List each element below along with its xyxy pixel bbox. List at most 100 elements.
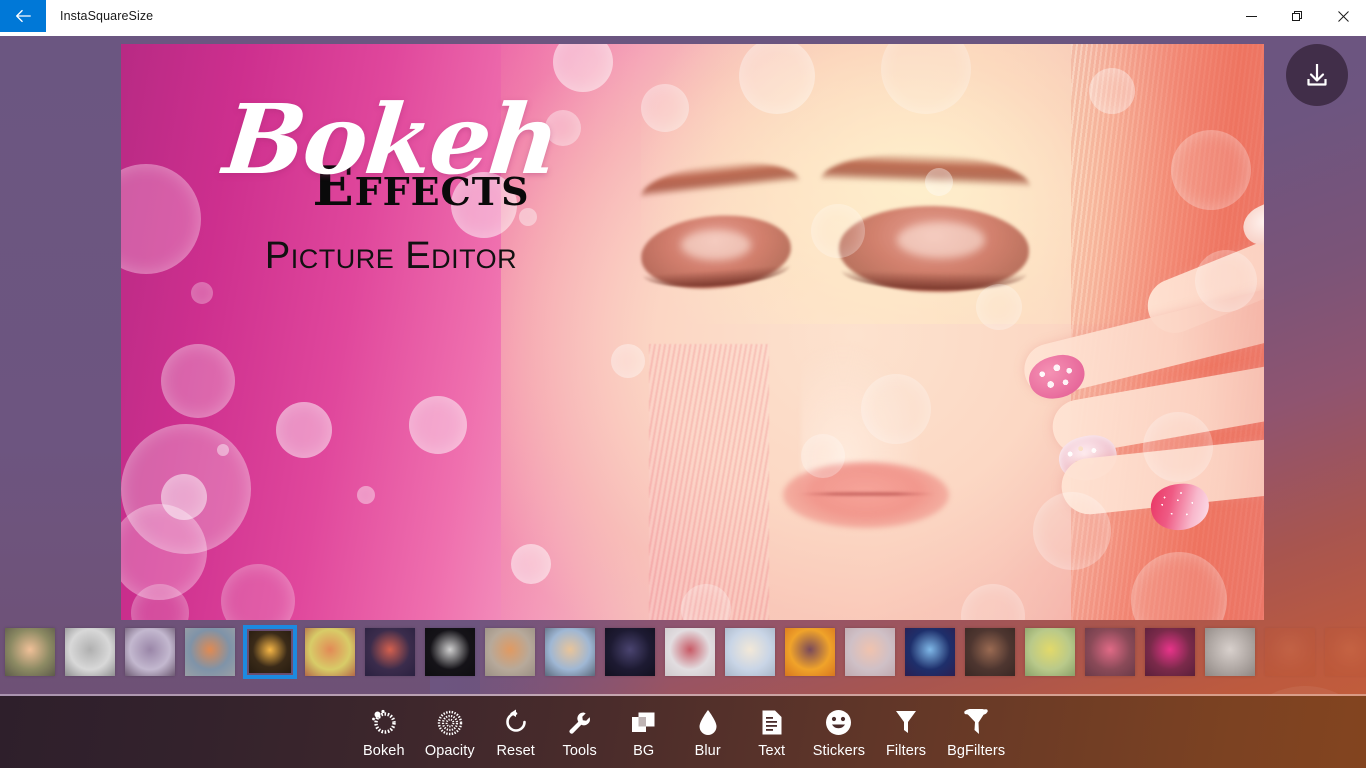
funnel-icon [895, 706, 917, 736]
minimize-button[interactable] [1228, 0, 1274, 32]
back-button[interactable] [0, 0, 46, 32]
close-icon [1337, 10, 1349, 22]
thumb-tree-sky [545, 628, 595, 676]
download-icon [1307, 64, 1327, 86]
thumbnail-item[interactable] [1140, 624, 1200, 680]
thumbnail-item[interactable] [600, 624, 660, 680]
reset-icon [502, 706, 530, 736]
bokeh-circle [519, 208, 537, 226]
bokeh-circle [357, 486, 375, 504]
toolbar-item-label: Stickers [812, 742, 866, 759]
thumb-night-stars [605, 628, 655, 676]
toolbar-item-label: Bokeh [363, 742, 405, 759]
thumbnail-item[interactable] [660, 624, 720, 680]
thumb-clouds-dusk [5, 628, 55, 676]
thumbnail-item[interactable] [480, 624, 540, 680]
wrench-icon [567, 706, 593, 736]
bokeh-circle [1143, 412, 1213, 482]
bokeh-circle [511, 544, 551, 584]
bokeh-circle [276, 402, 332, 458]
thumb-green-leaves [1025, 628, 1075, 676]
maximize-restore-button[interactable] [1274, 0, 1320, 32]
smiley-icon [825, 706, 852, 736]
thumbnail-item[interactable] [900, 624, 960, 680]
thumbnail-item[interactable] [720, 624, 780, 680]
thumbnail-item[interactable] [0, 624, 60, 680]
close-button[interactable] [1320, 0, 1366, 32]
bokeh-circle [161, 474, 207, 520]
thumbnail-item[interactable] [1260, 624, 1320, 680]
toolbar-item-reset[interactable]: Reset [484, 696, 548, 768]
bokeh-circle [451, 172, 517, 238]
thumbnail-item[interactable] [120, 624, 180, 680]
save-download-button[interactable] [1286, 44, 1348, 106]
toolbar-item-filters[interactable]: Filters [874, 696, 938, 768]
thumb-pastel-bird [845, 628, 895, 676]
photo-hair-strands [649, 344, 769, 620]
thumb-grey-texture [1205, 628, 1255, 676]
thumb-desert-sunset [485, 628, 535, 676]
opacity-icon [437, 706, 463, 736]
toolbar-item-blur[interactable]: Blur [676, 696, 740, 768]
toolbar-item-tools[interactable]: Tools [548, 696, 612, 768]
title-bar: InstaSquareSize [0, 0, 1366, 36]
thumb-grey-birds [65, 628, 115, 676]
bokeh-circle [1195, 250, 1257, 312]
bokeh-circle [976, 284, 1022, 330]
bokeh-circle [161, 344, 235, 418]
toolbar-item-label: BgFilters [947, 742, 1006, 759]
thumb-violet-sky [125, 628, 175, 676]
toolbar-item-label: Blur [694, 742, 721, 759]
thumb-white-branch [665, 628, 715, 676]
thumbnail-item[interactable] [240, 624, 300, 680]
bokeh-icon [370, 706, 398, 736]
photo-lip-line [799, 492, 935, 496]
bokeh-circle [217, 444, 229, 456]
thumbnail-item[interactable] [420, 624, 480, 680]
back-arrow-icon [16, 9, 31, 23]
thumb-yellow-flare [305, 628, 355, 676]
bokeh-circle [811, 204, 865, 258]
minimize-icon [1245, 15, 1257, 17]
thumb-moon-dark [425, 628, 475, 676]
bokeh-circle [191, 282, 213, 304]
thumbnail-item[interactable] [540, 624, 600, 680]
toolbar-item-text[interactable]: Text [740, 696, 804, 768]
thumbnail-item[interactable] [300, 624, 360, 680]
bg-funnel-icon [963, 706, 989, 736]
toolbar-item-stickers[interactable]: Stickers [804, 696, 874, 768]
thumb-blue-starflare [905, 628, 955, 676]
thumb-orange-sunset [785, 628, 835, 676]
thumb-sunbeam-clouds [725, 628, 775, 676]
thumbnail-item[interactable] [180, 624, 240, 680]
bokeh-circle [1089, 68, 1135, 114]
bokeh-circle [641, 84, 689, 132]
window-controls [1228, 0, 1366, 32]
thumb-faded-flare [1265, 628, 1315, 676]
background-layers-icon [630, 706, 657, 736]
thumbnail-item[interactable] [840, 624, 900, 680]
thumbnail-item[interactable] [1200, 624, 1260, 680]
thumb-purple-dusk [365, 628, 415, 676]
thumbnail-item[interactable] [60, 624, 120, 680]
toolbar-item-opacity[interactable]: Opacity [416, 696, 484, 768]
thumbnail-item[interactable] [780, 624, 840, 680]
image-canvas[interactable]: Bokeh Effects Picture Editor [121, 44, 1264, 620]
toolbar-item-label: BG [633, 742, 655, 759]
background-thumbnail-strip[interactable] [0, 624, 1366, 680]
thumbnail-item[interactable] [1080, 624, 1140, 680]
toolbar-item-bokeh[interactable]: Bokeh [352, 696, 416, 768]
thumbnail-item[interactable] [360, 624, 420, 680]
photo-eyelid-shine-left [681, 230, 751, 260]
toolbar-item-label: Opacity [424, 742, 475, 759]
toolbar-item-bgfilters[interactable]: BgFilters [938, 696, 1014, 768]
droplet-icon [698, 706, 718, 736]
photo-eyelid-shine-right [897, 222, 985, 258]
thumbnail-item[interactable] [960, 624, 1020, 680]
toolbar-item-bg[interactable]: BG [612, 696, 676, 768]
thumbnail-item[interactable] [1020, 624, 1080, 680]
bokeh-circle [861, 374, 931, 444]
thumb-ocean-sunset [185, 628, 235, 676]
toolbar-item-label: Tools [562, 742, 597, 759]
thumbnail-item[interactable] [1320, 624, 1366, 680]
